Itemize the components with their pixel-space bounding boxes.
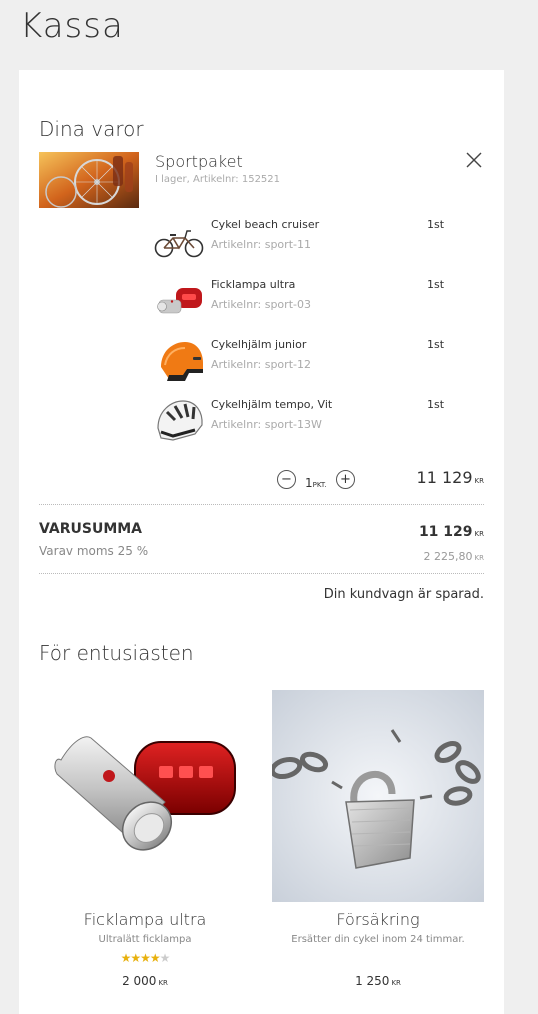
item-price-value: 11 129 <box>416 468 473 487</box>
star-icon: ★ <box>159 951 171 965</box>
tax-amount-currency: KR <box>474 554 484 562</box>
cart-heading: Dina varor <box>39 117 144 141</box>
product-card-price: 1 250 KR <box>272 974 484 988</box>
product-name[interactable]: Sportpaket <box>155 152 243 171</box>
included-item-name[interactable]: Cykelhjälm junior <box>211 338 306 351</box>
sportpaket-image[interactable] <box>39 152 139 208</box>
orange-helmet-icon <box>157 339 205 385</box>
summary-label: VARUSUMMA <box>39 521 143 537</box>
product-meta: I lager, Artikelnr: 152521 <box>155 174 281 185</box>
included-item-qty: 1st <box>427 278 445 291</box>
product-card-price-currency: KR <box>391 979 401 987</box>
star-icon: ★ <box>149 951 161 965</box>
included-item-qty: 1st <box>427 398 445 411</box>
included-item-sku: Artikelnr: sport-12 <box>211 358 311 371</box>
included-item-sku: Artikelnr: sport-03 <box>211 298 311 311</box>
included-item-name[interactable]: Cykel beach cruiser <box>211 218 319 231</box>
summary-total-value: 11 129 <box>418 524 473 540</box>
tax-label: Varav moms 25 % <box>39 544 149 558</box>
product-card-title[interactable]: Ficklampa ultra <box>39 910 251 929</box>
star-icon: ★ <box>130 951 141 965</box>
bicycle-icon <box>153 226 205 258</box>
included-item-qty: 1st <box>427 218 445 231</box>
increase-quantity-button[interactable]: + <box>336 470 355 489</box>
star-icon: ★ <box>120 951 132 965</box>
summary-total-currency: KR <box>474 530 484 538</box>
minus-icon: − <box>281 472 292 487</box>
quantity-unit: PKT. <box>312 481 327 489</box>
quantity-display: 1PKT. <box>305 472 327 491</box>
summary-total: 11 129 KR <box>419 521 484 540</box>
product-card-price: 2 000 KR <box>39 974 251 988</box>
item-price-currency: KR <box>474 477 484 485</box>
cart-panel: Dina varor Sportpaket I lager, Artikelnr… <box>19 70 504 1014</box>
included-item-qty: 1st <box>427 338 445 351</box>
product-card-subtitle: Ultralätt ficklampa <box>98 934 192 945</box>
product-card-price-currency: KR <box>158 979 168 987</box>
product-card-subtitle: Ersätter din cykel inom 24 timmar. <box>291 934 465 945</box>
included-item-name[interactable]: Ficklampa ultra <box>211 278 295 291</box>
product-rating: ★★★★★ <box>39 951 251 965</box>
item-price: 11 129 KR <box>417 468 484 487</box>
product-card-price-value: 2 000 <box>122 974 157 988</box>
tax-amount-value: 2 225,80 <box>423 550 473 563</box>
flashlight-icon <box>156 282 206 320</box>
close-icon <box>466 152 482 168</box>
product-card-price-value: 1 250 <box>355 974 390 988</box>
decrease-quantity-button[interactable]: − <box>277 470 296 489</box>
insurance-product-image[interactable] <box>269 690 484 902</box>
remove-item-button[interactable] <box>464 150 484 170</box>
star-icon: ★ <box>140 951 151 965</box>
divider <box>39 573 484 574</box>
quantity-value: 1 <box>305 476 313 490</box>
tax-amount: 2 225,80 KR <box>424 545 484 564</box>
page-title: Kassa <box>20 6 124 46</box>
product-card-title[interactable]: Försäkring <box>272 910 484 929</box>
cart-saved-message: Din kundvagn är sparad. <box>323 587 484 602</box>
recommendations-heading: För entusiasten <box>39 641 194 665</box>
flashlight-product-image[interactable] <box>39 690 251 902</box>
white-helmet-icon <box>155 398 205 444</box>
plus-icon: + <box>340 472 351 487</box>
included-item-name[interactable]: Cykelhjälm tempo, Vit <box>211 398 332 411</box>
divider <box>39 504 484 505</box>
included-item-sku: Artikelnr: sport-11 <box>211 238 311 251</box>
included-item-sku: Artikelnr: sport-13W <box>211 418 322 431</box>
